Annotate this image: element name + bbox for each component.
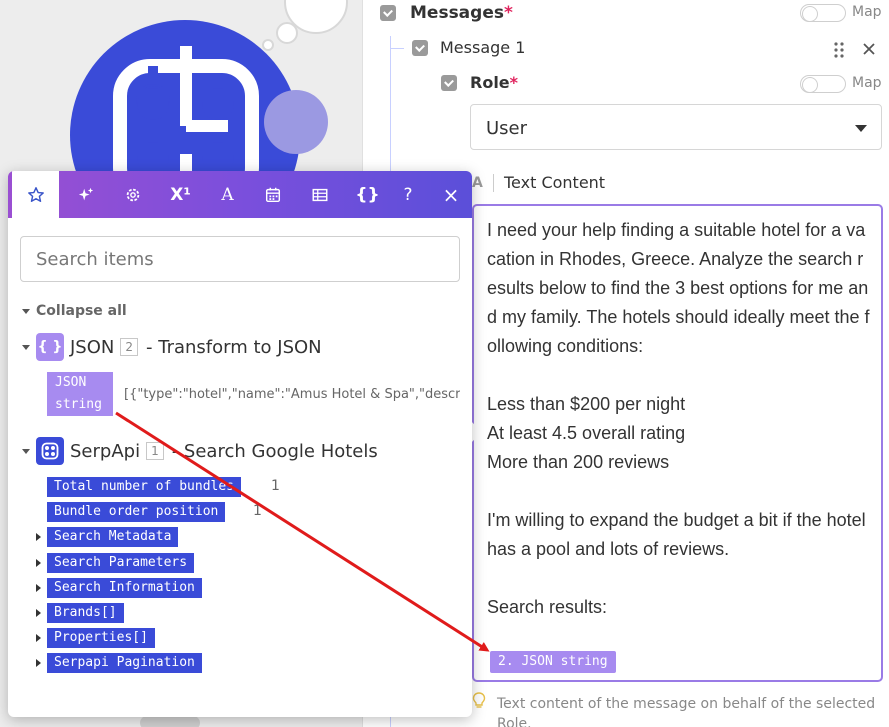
json-string-chip[interactable]: JSON string bbox=[47, 372, 113, 416]
serpapi-module-name: SerpApi bbox=[70, 440, 141, 462]
braces-icon[interactable]: {} bbox=[344, 171, 391, 218]
superscript-icon[interactable]: X¹ bbox=[157, 171, 204, 218]
help-icon[interactable]: ? bbox=[394, 171, 422, 218]
text-content-hint: Text content of the message on behalf of… bbox=[497, 696, 876, 727]
messages-checkbox[interactable] bbox=[380, 5, 396, 21]
serpapi-item-chip[interactable]: Brands[] bbox=[47, 603, 124, 623]
table-icon[interactable] bbox=[296, 171, 343, 218]
module-number-badge: 1 bbox=[146, 442, 164, 460]
module-number-badge: 2 bbox=[120, 338, 139, 356]
json-module-icon: { } bbox=[36, 333, 64, 361]
json-module-action: - Transform to JSON bbox=[146, 336, 322, 358]
sparkles-icon[interactable] bbox=[62, 171, 109, 218]
text-format-icon: A bbox=[472, 175, 483, 191]
divider bbox=[493, 174, 494, 192]
messages-label: Messages* bbox=[410, 3, 513, 23]
serpapi-item-value: 1 bbox=[253, 503, 262, 520]
messages-map-label: Map bbox=[852, 4, 882, 20]
star-icon[interactable] bbox=[12, 171, 59, 218]
decor-bubble bbox=[276, 22, 298, 44]
serpapi-item-chip[interactable]: Total number of bundles bbox=[47, 477, 242, 497]
json-module-name: JSON bbox=[70, 336, 115, 358]
role-select-value: User bbox=[486, 118, 528, 139]
role-map-toggle[interactable] bbox=[800, 75, 846, 93]
caret-right-icon[interactable] bbox=[36, 609, 41, 617]
caret-down-icon bbox=[22, 448, 30, 454]
text-content-label: Text Content bbox=[504, 173, 606, 192]
serpapi-module-action: - Search Google Hotels bbox=[171, 440, 378, 462]
json-module-header[interactable]: { } JSON 2 - Transform to JSON bbox=[22, 333, 322, 361]
lightbulb-icon bbox=[472, 692, 486, 708]
text-icon[interactable]: A bbox=[204, 171, 251, 218]
search-placeholder: Search items bbox=[36, 249, 154, 270]
calendar-icon[interactable] bbox=[249, 171, 296, 218]
caret-right-icon[interactable] bbox=[36, 533, 41, 542]
caret-down-icon bbox=[22, 308, 30, 314]
canvas-scroll-handle[interactable] bbox=[140, 716, 200, 727]
mapping-tabs: X¹ A {} ? × bbox=[8, 171, 472, 218]
message1-label: Message 1 bbox=[440, 38, 526, 57]
collapse-all-button[interactable]: Collapse all bbox=[22, 303, 127, 319]
search-items-input[interactable]: Search items bbox=[20, 236, 460, 282]
messages-map-toggle[interactable] bbox=[800, 4, 846, 22]
chevron-down-icon bbox=[855, 125, 867, 132]
role-label: Role* bbox=[470, 73, 519, 92]
serpapi-item-chip[interactable]: Serpapi Pagination bbox=[47, 653, 202, 674]
remove-message-icon[interactable] bbox=[863, 43, 875, 55]
serpapi-module-icon bbox=[36, 437, 64, 465]
gear-icon[interactable] bbox=[109, 171, 156, 218]
text-content-value[interactable]: I need your help finding a suitable hote… bbox=[487, 216, 873, 622]
role-checkbox[interactable] bbox=[441, 75, 457, 91]
mapping-panel: X¹ A {} ? × Search items Collapse all { … bbox=[8, 171, 472, 717]
caret-right-icon[interactable] bbox=[36, 583, 41, 592]
serpapi-item-chip[interactable]: Properties[] bbox=[47, 628, 155, 649]
caret-down-icon bbox=[22, 344, 30, 350]
tree-guide-branch bbox=[390, 48, 404, 49]
serpapi-item-chip[interactable]: Bundle order position bbox=[47, 502, 226, 523]
caret-right-icon[interactable] bbox=[36, 634, 41, 643]
serpapi-item-chip[interactable]: Search Parameters bbox=[47, 552, 195, 573]
serpapi-item-chip[interactable]: Search Metadata bbox=[47, 527, 179, 548]
caret-right-icon[interactable] bbox=[36, 558, 41, 567]
text-content-field[interactable]: I need your help finding a suitable hote… bbox=[472, 204, 883, 682]
mapped-json-string-pill[interactable]: 2. JSON string bbox=[490, 651, 616, 673]
module-connector[interactable] bbox=[264, 90, 328, 154]
close-icon[interactable]: × bbox=[438, 171, 464, 218]
drag-handle-icon[interactable] bbox=[834, 42, 844, 58]
serpapi-module-header[interactable]: SerpApi 1 - Search Google Hotels bbox=[22, 437, 378, 465]
role-map-label: Map bbox=[852, 75, 882, 91]
message1-checkbox[interactable] bbox=[412, 40, 428, 56]
role-select[interactable]: User bbox=[470, 104, 882, 150]
serpapi-item-chip[interactable]: Search Information bbox=[47, 577, 202, 598]
serpapi-item-value: 1 bbox=[271, 478, 280, 494]
json-string-value: [{"type":"hotel","name":"Amus Hotel & Sp… bbox=[124, 387, 460, 402]
caret-right-icon[interactable] bbox=[36, 659, 41, 668]
